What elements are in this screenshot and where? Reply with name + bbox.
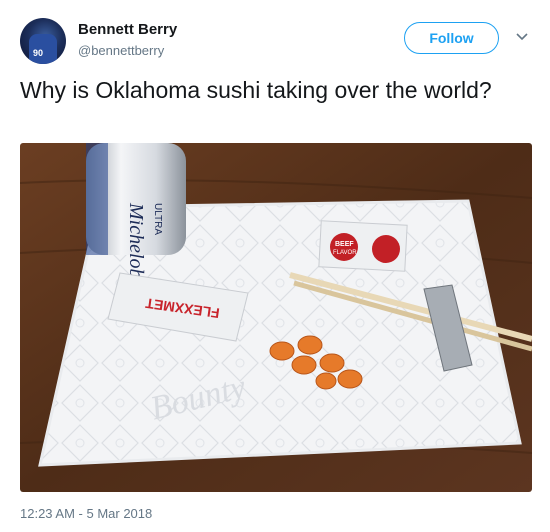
follow-button[interactable]: Follow — [404, 22, 499, 54]
author-name[interactable]: Bennett Berry — [78, 21, 177, 38]
tweet-text: Why is Oklahoma sushi taking over the wo… — [20, 77, 492, 103]
photo-scene: Bounty Michelob ULTRA FLEXXMET BEEF FLAV… — [20, 143, 532, 492]
avatar[interactable]: 90 — [20, 18, 66, 64]
right-packet-beef-text: BEEF — [335, 241, 354, 248]
can-brand-text: Michelob — [125, 202, 147, 279]
tweet-timestamp[interactable]: 12:23 AM - 5 Mar 2018 — [20, 506, 152, 521]
chevron-down-icon[interactable] — [514, 28, 530, 44]
can-ultra-text: ULTRA — [152, 203, 163, 235]
tweet-header: 90 Bennett Berry @bennettberry Follow — [20, 18, 530, 66]
tweet-photo[interactable]: Bounty Michelob ULTRA FLEXXMET BEEF FLAV… — [20, 143, 532, 492]
right-packet-flavor-text: FLAVOR — [333, 250, 357, 256]
avatar-jersey-number: 90 — [33, 48, 44, 58]
author-handle[interactable]: @bennettberry — [78, 43, 164, 58]
